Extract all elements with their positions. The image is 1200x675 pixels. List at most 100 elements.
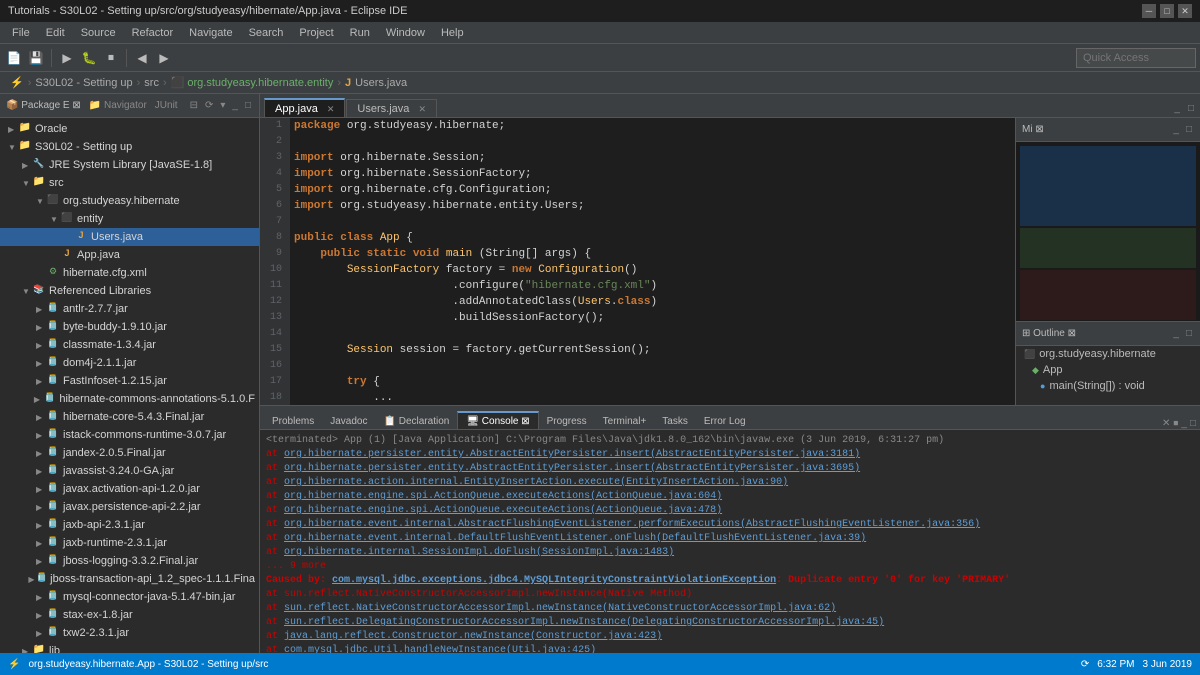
menu-refactor[interactable]: Refactor [124,25,182,41]
stack-link[interactable]: org.hibernate.event.internal.AbstractFlu… [284,519,980,530]
breadcrumb-src[interactable]: src [144,77,159,89]
minimize-panel-button[interactable]: _ [230,99,240,112]
stack-link[interactable]: org.hibernate.persister.entity.AbstractE… [284,463,860,474]
breadcrumb-package[interactable]: ⬛ org.studyeasy.hibernate.entity [171,76,334,89]
menu-project[interactable]: Project [291,25,341,41]
maximize-button[interactable]: □ [1160,4,1174,18]
forward-button[interactable]: ▶ [154,48,174,68]
tree-jar-jboss-log[interactable]: ▶ 🫙 jboss-logging-3.3.2.Final.jar [0,552,259,570]
tree-jar-javax-act[interactable]: ▶ 🫙 javax.activation-api-1.2.0.jar [0,480,259,498]
outline-method-main[interactable]: ● main(String[]) : void [1016,378,1200,394]
menu-help[interactable]: Help [433,25,472,41]
menu-navigate[interactable]: Navigate [181,25,240,41]
tree-pkg-hibernate[interactable]: ▼ ⬛ org.studyeasy.hibernate [0,192,259,210]
tab-progress[interactable]: Progress [539,412,595,429]
quick-access-input[interactable] [1076,48,1196,68]
tab-terminal[interactable]: Terminal+ [595,412,655,429]
menu-file[interactable]: File [4,25,38,41]
close-tab-icon[interactable]: ✕ [327,104,335,114]
menu-run[interactable]: Run [342,25,378,41]
tree-jar-jaxb-api[interactable]: ▶ 🫙 jaxb-api-2.3.1.jar [0,516,259,534]
stack-link[interactable]: org.hibernate.engine.spi.ActionQueue.exe… [284,491,722,502]
console-maximize[interactable]: □ [1190,418,1196,429]
tree-jar-classmate[interactable]: ▶ 🫙 classmate-1.3.4.jar [0,336,259,354]
maximize-panel-button[interactable]: □ [243,99,253,112]
tree-jar-jaxb-rt[interactable]: ▶ 🫙 jaxb-runtime-2.3.1.jar [0,534,259,552]
new-button[interactable]: 📄 [4,48,24,68]
stack-link[interactable]: org.hibernate.persister.entity.AbstractE… [284,449,860,460]
junit-tab[interactable]: JUnit [155,100,178,111]
tree-jar-byte-buddy[interactable]: ▶ 🫙 byte-buddy-1.9.10.jar [0,318,259,336]
outline-package[interactable]: ⬛ org.studyeasy.hibernate [1016,346,1200,362]
minimize-button[interactable]: ─ [1142,4,1156,18]
tree-jar-mysql[interactable]: ▶ 🫙 mysql-connector-java-5.1.47-bin.jar [0,588,259,606]
menu-edit[interactable]: Edit [38,25,73,41]
navigator-tab[interactable]: 📁 Navigator [89,100,147,111]
tree-pkg-entity[interactable]: ▼ ⬛ entity [0,210,259,228]
tab-error-log[interactable]: Error Log [696,412,754,429]
save-button[interactable]: 💾 [26,48,46,68]
tree-jar-hib-commons[interactable]: ▶ 🫙 hibernate-commons-annotations-5.1.0.… [0,390,259,408]
outline-minimize[interactable]: _ [1171,327,1181,340]
outline-class-app[interactable]: ◆ App [1016,362,1200,378]
close-button[interactable]: ✕ [1178,4,1192,18]
menu-source[interactable]: Source [73,25,124,41]
tree-jar-jandex[interactable]: ▶ 🫙 jandex-2.0.5.Final.jar [0,444,259,462]
sync-button[interactable]: ⟳ [203,99,215,112]
stack-link[interactable]: sun.reflect.NativeConstructorAccessorImp… [284,603,836,614]
back-button[interactable]: ◀ [132,48,152,68]
debug-button[interactable]: 🐛 [79,48,99,68]
editor-maximize[interactable]: □ [1186,102,1196,115]
tree-jar-fastinfoset[interactable]: ▶ 🫙 FastInfoset-1.2.15.jar [0,372,259,390]
stack-link[interactable]: org.hibernate.engine.spi.ActionQueue.exe… [284,505,722,516]
tab-users-java[interactable]: Users.java ✕ [346,99,437,117]
minimap-minimize[interactable]: _ [1171,123,1181,136]
close-tab-icon[interactable]: ✕ [418,104,426,114]
stack-link[interactable]: org.hibernate.action.internal.EntityInse… [284,477,788,488]
menu-search[interactable]: Search [241,25,292,41]
stop-console-button[interactable]: ⏹ [1173,418,1178,429]
tree-jar-hib-core[interactable]: ▶ 🫙 hibernate-core-5.4.3.Final.jar [0,408,259,426]
tab-problems[interactable]: Problems [264,412,322,429]
stop-button[interactable]: ⏹ [101,48,121,68]
tree-jar-javassist[interactable]: ▶ 🫙 javassist-3.24.0-GA.jar [0,462,259,480]
tree-jre[interactable]: ▶ 🔧 JRE System Library [JavaSE-1.8] [0,156,259,174]
stack-link[interactable]: sun.reflect.DelegatingConstructorAccesso… [284,617,884,628]
console-minimize[interactable]: _ [1181,418,1187,429]
explorer-menu-button[interactable]: ▾ [218,99,227,112]
run-button[interactable]: ▶ [57,48,77,68]
collapse-button[interactable]: ⊟ [188,99,200,112]
tree-jar-istack[interactable]: ▶ 🫙 istack-commons-runtime-3.0.7.jar [0,426,259,444]
tab-declaration[interactable]: 📋 Declaration [376,412,458,429]
tab-app-java[interactable]: App.java ✕ [264,98,345,117]
tree-jar-javax-pers[interactable]: ▶ 🫙 javax.persistence-api-2.2.jar [0,498,259,516]
tree-ref-libs[interactable]: ▼ 📚 Referenced Libraries [0,282,259,300]
editor-minimize[interactable]: _ [1172,102,1182,115]
breadcrumb-project[interactable]: S30L02 - Setting up [35,77,132,89]
outline-maximize[interactable]: □ [1184,327,1194,340]
tree-oracle[interactable]: ▶ 📁 Oracle [0,120,259,138]
exception-link[interactable]: com.mysql.jdbc.exceptions.jdbc4.MySQLInt… [332,575,776,586]
tree-jar-stax[interactable]: ▶ 🫙 stax-ex-1.8.jar [0,606,259,624]
tree-s30l02[interactable]: ▼ 📁 S30L02 - Setting up [0,138,259,156]
menu-window[interactable]: Window [378,25,433,41]
tab-tasks[interactable]: Tasks [654,412,696,429]
tree-jar-txw2[interactable]: ▶ 🫙 txw2-2.3.1.jar [0,624,259,642]
stack-link[interactable]: org.hibernate.event.internal.DefaultFlus… [284,533,866,544]
code-editor[interactable]: 1 package org.studyeasy.hibernate; 2 3 i… [260,118,1015,405]
stack-link[interactable]: org.hibernate.internal.SessionImpl.doFlu… [284,547,674,558]
minimap-maximize[interactable]: □ [1184,123,1194,136]
tree-hibernate-xml[interactable]: ⚙ hibernate.cfg.xml [0,264,259,282]
tree-jar-dom4j[interactable]: ▶ 🫙 dom4j-2.1.1.jar [0,354,259,372]
tab-javadoc[interactable]: Javadoc [322,412,375,429]
tree-jar-antlr[interactable]: ▶ 🫙 antlr-2.7.7.jar [0,300,259,318]
stack-link[interactable]: java.lang.reflect.Constructor.newInstanc… [284,631,662,642]
breadcrumb-file[interactable]: Users.java [355,77,407,89]
tree-app-java[interactable]: J App.java [0,246,259,264]
tree-jar-jboss-tx[interactable]: ▶ 🫙 jboss-transaction-api_1.2_spec-1.1.1… [0,570,259,588]
tree-arrow: ▶ [36,431,46,440]
tree-users-java[interactable]: J Users.java [0,228,259,246]
tree-src[interactable]: ▼ 📁 src [0,174,259,192]
tab-console[interactable]: 🖥 Console ⊠ [457,411,538,429]
clear-console-button[interactable]: ✕ [1162,418,1170,429]
